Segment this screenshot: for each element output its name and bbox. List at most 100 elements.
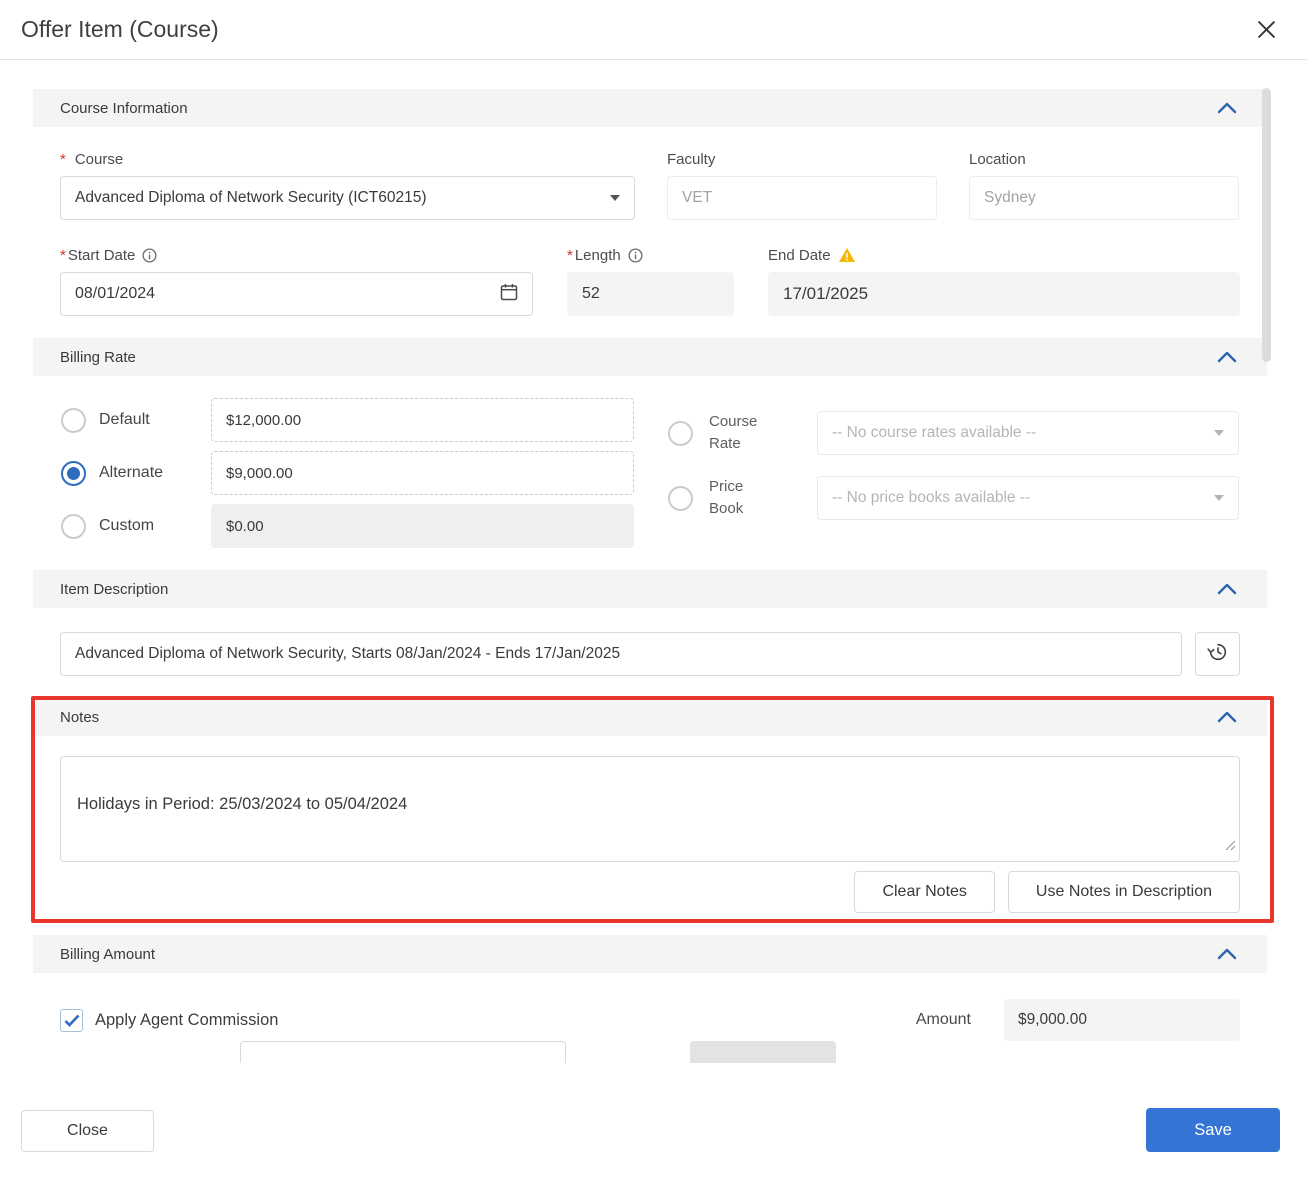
faculty-input: VET — [667, 176, 937, 220]
notes-title: Notes — [60, 709, 99, 726]
apply-agent-commission-group[interactable]: Apply Agent Commission — [60, 1009, 278, 1032]
warning-icon — [838, 247, 856, 263]
price-book-label: Price Book — [709, 476, 775, 520]
section-item-description: Item Description Advanced Diploma of Net… — [33, 570, 1267, 676]
cutoff-input[interactable] — [240, 1041, 566, 1063]
item-description-title: Item Description — [60, 581, 168, 598]
billing-rate-title: Billing Rate — [60, 349, 136, 366]
rate-default-choice[interactable]: Default — [60, 408, 211, 433]
chevron-up-icon[interactable] — [1217, 948, 1237, 960]
scrollbar-thumb[interactable] — [1262, 88, 1271, 362]
chevron-up-icon[interactable] — [1217, 102, 1237, 114]
billing-rate-header[interactable]: Billing Rate — [33, 338, 1267, 376]
length-field: Length 52 — [567, 246, 734, 316]
amount-label: Amount — [916, 1011, 971, 1029]
end-date-label: End Date — [768, 247, 831, 264]
cutoff-control — [690, 1041, 836, 1063]
chevron-down-icon — [1214, 430, 1224, 436]
location-field: Location Sydney — [969, 150, 1239, 220]
default-rate-input[interactable]: $12,000.00 — [211, 398, 634, 442]
course-rate-select[interactable]: -- No course rates available -- — [817, 411, 1239, 455]
modal-footer: Close Save — [0, 1063, 1307, 1180]
chevron-up-icon[interactable] — [1217, 711, 1237, 723]
cutoff-row — [240, 1041, 1240, 1063]
course-label: Course — [60, 150, 635, 168]
end-date-input: 17/01/2025 — [768, 272, 1240, 316]
clear-notes-button[interactable]: Clear Notes — [854, 871, 994, 913]
calendar-icon[interactable] — [500, 283, 518, 306]
location-label: Location — [969, 150, 1239, 168]
radio-default[interactable] — [61, 408, 86, 433]
rate-options: Default $12,000.00 Alternate $9,000.00 — [60, 398, 634, 548]
save-button[interactable]: Save — [1146, 1108, 1280, 1152]
course-select[interactable]: Advanced Diploma of Network Security (IC… — [60, 176, 635, 220]
section-billing-amount: Billing Amount Apply Agent Commission Am… — [33, 935, 1267, 1063]
rate-default-label: Default — [99, 411, 150, 429]
end-date-field: End Date 17/01/2025 — [768, 246, 1240, 316]
item-description-header[interactable]: Item Description — [33, 570, 1267, 608]
custom-rate-input: $0.00 — [211, 504, 634, 548]
faculty-field: Faculty VET — [667, 150, 937, 220]
faculty-label: Faculty — [667, 150, 937, 168]
check-icon — [64, 1014, 80, 1027]
notes-header[interactable]: Notes — [33, 698, 1267, 736]
end-date-label-row: End Date — [768, 246, 1240, 264]
chevron-up-icon[interactable] — [1217, 351, 1237, 363]
start-date-value: 08/01/2024 — [75, 285, 500, 303]
rate-sources: Course Rate -- No course rates available… — [668, 398, 1239, 548]
rate-alternate-choice[interactable]: Alternate — [60, 461, 211, 486]
use-notes-in-description-button[interactable]: Use Notes in Description — [1008, 871, 1240, 913]
billing-rate-content: Default $12,000.00 Alternate $9,000.00 — [33, 376, 1267, 548]
length-value: 52 — [582, 285, 719, 303]
modal-title: Offer Item (Course) — [21, 16, 219, 43]
resize-handle-icon[interactable] — [1224, 838, 1236, 856]
length-input: 52 — [567, 272, 734, 316]
notes-textarea[interactable]: Holidays in Period: 25/03/2024 to 05/04/… — [60, 756, 1240, 862]
course-information-content: Course Advanced Diploma of Network Secur… — [33, 127, 1267, 316]
billing-amount-content: Apply Agent Commission Amount $9,000.00 — [33, 973, 1267, 1063]
apply-agent-commission-label: Apply Agent Commission — [95, 1011, 278, 1030]
chevron-down-icon — [610, 195, 620, 201]
radio-alternate[interactable] — [61, 461, 86, 486]
rate-option-default: Default $12,000.00 — [60, 398, 634, 442]
amount-group: Amount $9,000.00 — [916, 999, 1240, 1041]
notes-content: Holidays in Period: 25/03/2024 to 05/04/… — [33, 736, 1267, 913]
chevron-up-icon[interactable] — [1217, 583, 1237, 595]
billing-amount-header[interactable]: Billing Amount — [33, 935, 1267, 973]
radio-price-book[interactable] — [668, 486, 693, 511]
amount-input: $9,000.00 — [1004, 999, 1240, 1041]
modal-header: Offer Item (Course) — [0, 0, 1307, 60]
info-icon[interactable] — [142, 248, 157, 263]
history-icon — [1207, 641, 1229, 668]
item-description-value: Advanced Diploma of Network Security, St… — [75, 645, 1167, 663]
course-rate-row: Course Rate -- No course rates available… — [668, 411, 1239, 455]
start-date-input[interactable]: 08/01/2024 — [60, 272, 533, 316]
amount-value: $9,000.00 — [1018, 1011, 1087, 1029]
location-value: Sydney — [984, 189, 1224, 207]
billing-amount-title: Billing Amount — [60, 946, 155, 963]
course-rate-label: Course Rate — [709, 411, 775, 455]
rate-custom-choice[interactable]: Custom — [60, 514, 211, 539]
section-billing-rate: Billing Rate Default $12,000.00 — [33, 338, 1267, 548]
close-icon[interactable] — [1252, 16, 1280, 44]
price-book-select[interactable]: -- No price books available -- — [817, 476, 1239, 520]
close-button[interactable]: Close — [21, 1110, 154, 1152]
alternate-rate-input[interactable]: $9,000.00 — [211, 451, 634, 495]
length-label: Length — [567, 247, 621, 264]
start-date-field: Start Date 08/01/2024 — [60, 246, 533, 316]
apply-agent-commission-checkbox[interactable] — [60, 1009, 83, 1032]
chevron-down-icon — [1214, 495, 1224, 501]
course-information-header[interactable]: Course Information — [33, 89, 1267, 127]
radio-custom[interactable] — [61, 514, 86, 539]
info-icon[interactable] — [628, 248, 643, 263]
rate-option-alternate: Alternate $9,000.00 — [60, 451, 634, 495]
item-description-input[interactable]: Advanced Diploma of Network Security, St… — [60, 632, 1182, 676]
modal-body: Course Information Course Advanced Diplo… — [0, 60, 1307, 1063]
radio-course-rate[interactable] — [668, 421, 693, 446]
location-input: Sydney — [969, 176, 1239, 220]
rate-alternate-label: Alternate — [99, 464, 163, 482]
course-rate-placeholder: -- No course rates available -- — [832, 424, 1204, 442]
reset-description-button[interactable] — [1195, 632, 1240, 676]
course-field: Course Advanced Diploma of Network Secur… — [60, 150, 635, 220]
alternate-rate-value: $9,000.00 — [226, 465, 293, 482]
